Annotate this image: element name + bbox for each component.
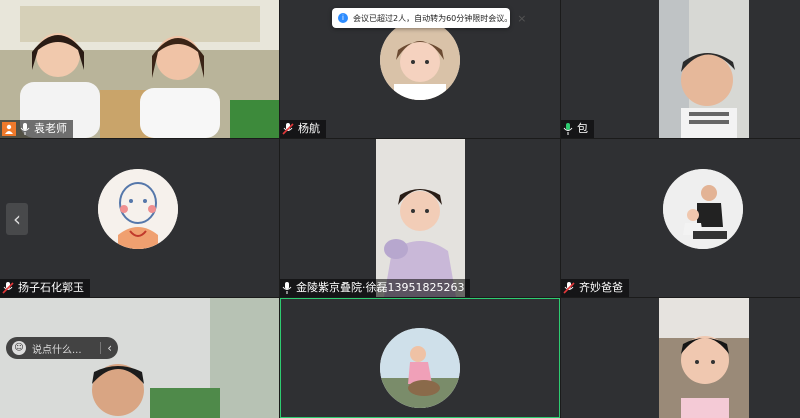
participant-name-tag: 齐妙爸爸 bbox=[561, 279, 629, 297]
participant-name-tag: 包 bbox=[561, 120, 594, 138]
participant-video bbox=[659, 298, 749, 418]
microphone-icon bbox=[20, 123, 30, 135]
participant-name: 袁老师 bbox=[34, 122, 67, 135]
participant-avatar bbox=[380, 20, 460, 100]
participant-tile[interactable]: 包 bbox=[561, 0, 800, 138]
participant-name: 齐妙爸爸 bbox=[579, 281, 623, 294]
participant-tile[interactable] bbox=[561, 298, 800, 418]
participant-name: 金陵紫京叠院·徐磊13951825263 bbox=[296, 281, 465, 294]
participant-name-tag: 扬子石化郭玉 bbox=[0, 279, 90, 297]
participant-tile[interactable]: 扬子石化郭玉 bbox=[0, 139, 279, 297]
host-icon bbox=[2, 122, 16, 136]
divider bbox=[100, 342, 102, 354]
participant-tile[interactable]: 袁老师 bbox=[0, 0, 279, 138]
microphone-icon bbox=[282, 282, 292, 294]
participant-tile-active-speaker[interactable] bbox=[280, 298, 560, 418]
participant-tile[interactable]: 金陵紫京叠院·徐磊13951825263 bbox=[280, 139, 560, 297]
notification-text: 会议已超过2人，自动转为60分钟限时会议。 bbox=[353, 13, 513, 23]
participant-name: 扬子石化郭玉 bbox=[18, 281, 84, 294]
microphone-muted-icon bbox=[282, 123, 294, 135]
smile-icon[interactable]: ☺ bbox=[12, 341, 26, 355]
participant-avatar bbox=[98, 169, 178, 249]
close-icon[interactable]: × bbox=[517, 12, 526, 25]
participant-tile[interactable]: 齐妙爸爸 bbox=[561, 139, 800, 297]
participant-video bbox=[376, 139, 465, 297]
participant-name: 杨航 bbox=[298, 122, 320, 135]
previous-page-button[interactable]: ‹ bbox=[6, 203, 28, 235]
participant-video bbox=[659, 0, 749, 138]
info-icon: i bbox=[338, 13, 348, 23]
participant-name-tag: 金陵紫京叠院·徐磊13951825263 bbox=[280, 279, 471, 297]
participant-name: 包 bbox=[577, 122, 588, 135]
microphone-active-icon bbox=[563, 123, 573, 135]
video-grid: 袁老师 杨航 包 扬子石化郭玉 金陵紫京叠院·徐磊13951825263 齐妙爸… bbox=[0, 0, 800, 418]
participant-name-tag: 杨航 bbox=[280, 120, 326, 138]
participant-avatar bbox=[380, 328, 460, 408]
participant-video bbox=[0, 0, 279, 138]
participant-avatar bbox=[663, 169, 743, 249]
microphone-muted-icon bbox=[2, 282, 14, 294]
chat-input-pill[interactable]: ☺ 说点什么... ‹ bbox=[6, 337, 118, 359]
collapse-chat-button[interactable]: ‹ bbox=[107, 341, 112, 355]
participant-name-tag: 袁老师 bbox=[0, 120, 73, 138]
chat-input-placeholder[interactable]: 说点什么... bbox=[32, 341, 82, 356]
notification-toast: i 会议已超过2人，自动转为60分钟限时会议。 × bbox=[332, 8, 527, 28]
microphone-muted-icon bbox=[563, 282, 575, 294]
